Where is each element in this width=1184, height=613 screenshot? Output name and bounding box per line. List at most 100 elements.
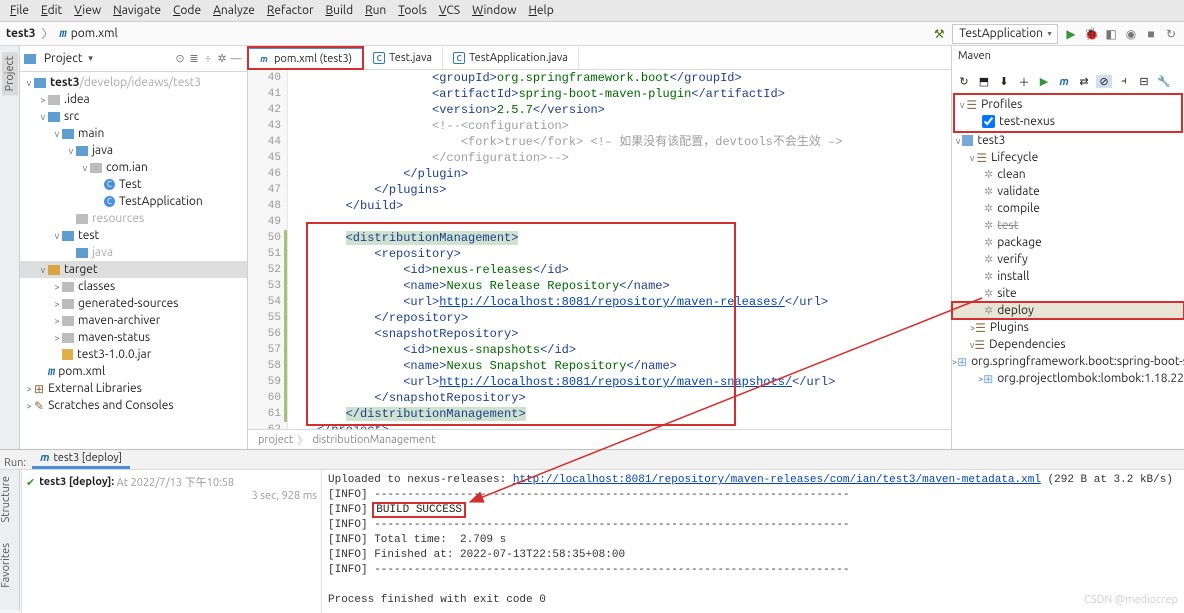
debug-icon[interactable]: 🐞	[1084, 27, 1098, 41]
code-line[interactable]: </plugin>	[288, 166, 947, 182]
hide-icon[interactable]: —	[229, 53, 243, 65]
tree-node[interactable]: resources	[20, 210, 247, 227]
menu-refactor[interactable]: Refactor	[261, 2, 320, 19]
maven-goal-package[interactable]: ✲package	[952, 234, 1184, 251]
menu-file[interactable]: File	[4, 2, 35, 19]
maven-dep[interactable]: > ⊞org.projectlombok:lombok:1.18.22	[952, 370, 1184, 387]
profiles-node[interactable]: v☰Profiles	[956, 96, 1180, 113]
maven-tree[interactable]: v☰Profiles test-nexusvtest3v☰Lifecycle✲c…	[952, 94, 1184, 449]
download-icon[interactable]: ⬇	[996, 75, 1012, 88]
project-tree[interactable]: vtest3 /develop/ideaws/test3>.ideavsrcvm…	[20, 72, 247, 449]
code-line[interactable]: <artifactId>spring-boot-maven-plugin</ar…	[288, 86, 947, 102]
tree-node[interactable]: CTest	[20, 176, 247, 193]
select-open-file-icon[interactable]: ⊙	[173, 52, 187, 65]
profile-icon[interactable]: ◉	[1124, 27, 1138, 41]
menu-code[interactable]: Code	[167, 2, 207, 19]
tree-node[interactable]: vmain	[20, 125, 247, 142]
tree-node[interactable]: mpom.xml	[20, 363, 247, 380]
code-line[interactable]: <fork>true</fork> <!– 如果没有该配置，devtools不会…	[288, 134, 947, 150]
maven-goal-clean[interactable]: ✲clean	[952, 166, 1184, 183]
tree-node[interactable]: >maven-archiver	[20, 312, 247, 329]
settings-icon[interactable]: ✲	[215, 52, 229, 65]
generate-icon[interactable]: ⬒	[976, 75, 992, 88]
menu-edit[interactable]: Edit	[35, 2, 68, 19]
collapse-icon[interactable]: ⊟	[1136, 75, 1152, 88]
menu-help[interactable]: Help	[523, 2, 560, 19]
tree-node[interactable]: >⊞External Libraries	[20, 380, 247, 397]
tree-node[interactable]: java	[20, 244, 247, 261]
editor-tab[interactable]: CTestApplication.java	[443, 47, 579, 69]
code-line[interactable]: <!--<configuration>	[288, 118, 947, 134]
breadcrumb-project[interactable]: test3	[6, 27, 36, 40]
tree-node[interactable]: vsrc	[20, 108, 247, 125]
expand-all-icon[interactable]: ≣	[187, 52, 201, 65]
breadcrumb-file[interactable]: pom.xml	[71, 27, 118, 40]
maven-deps[interactable]: v ☰Dependencies	[952, 336, 1184, 353]
editor-crumb-1[interactable]: distributionManagement	[312, 434, 435, 446]
chevron-down-icon[interactable]: ▼	[87, 54, 95, 63]
run-console[interactable]: Uploaded to nexus-releases: http://local…	[322, 470, 1184, 613]
tree-node[interactable]: vjava	[20, 142, 247, 159]
maven-goal-compile[interactable]: ✲compile	[952, 200, 1184, 217]
toggle-offline-icon[interactable]: ⇄	[1076, 75, 1092, 88]
tree-node[interactable]: >.idea	[20, 91, 247, 108]
code-line[interactable]: <groupId>org.springframework.boot</group…	[288, 70, 947, 86]
maven-goal-install[interactable]: ✲install	[952, 268, 1184, 285]
menu-view[interactable]: View	[68, 2, 107, 19]
tree-node[interactable]: vcom.ian	[20, 159, 247, 176]
maven-plugins[interactable]: > ☰Plugins	[952, 319, 1184, 336]
build-icon[interactable]: ⚒	[932, 27, 946, 41]
stop-icon[interactable]: ■	[1144, 27, 1158, 41]
run-config-dropdown[interactable]: TestApplication	[952, 24, 1058, 44]
tree-node[interactable]: CTestApplication	[20, 193, 247, 210]
code-area[interactable]: 4041424344454647484950515253545556575859…	[248, 70, 951, 429]
tree-root[interactable]: vtest3 /develop/ideaws/test3	[20, 74, 247, 91]
toggle-skip-tests-icon[interactable]: ⊘	[1096, 75, 1112, 88]
maven-settings-icon[interactable]: 🔧	[1156, 75, 1172, 88]
code-body[interactable]: <groupId>org.springframework.boot</group…	[288, 70, 951, 429]
tree-node[interactable]: >✎Scratches and Consoles	[20, 397, 247, 414]
code-line[interactable]: </configuration>-->	[288, 150, 947, 166]
code-line[interactable]: </build>	[288, 198, 947, 214]
tree-node[interactable]: >classes	[20, 278, 247, 295]
profile-checkbox[interactable]: test-nexus	[956, 113, 1180, 130]
editor-crumb-0[interactable]: project	[258, 434, 293, 446]
menu-vcs[interactable]: VCS	[433, 2, 466, 19]
tree-node[interactable]: vtarget	[20, 261, 247, 278]
collapse-all-icon[interactable]: ÷	[201, 53, 215, 65]
maven-goal-verify[interactable]: ✲verify	[952, 251, 1184, 268]
editor-tab[interactable]: mpom.xml (test3)	[248, 47, 363, 69]
show-deps-icon[interactable]: ⫞	[1116, 75, 1132, 88]
execute-goal-icon[interactable]: m	[1056, 76, 1072, 88]
tree-node[interactable]: >generated-sources	[20, 295, 247, 312]
menu-run[interactable]: Run	[359, 2, 392, 19]
menu-build[interactable]: Build	[320, 2, 360, 19]
run-icon[interactable]: ▶	[1064, 27, 1078, 41]
tree-node[interactable]: >maven-status	[20, 329, 247, 346]
structure-toolwindow-tab[interactable]: Structure	[0, 476, 12, 523]
favorites-toolwindow-tab[interactable]: Favorites	[0, 543, 12, 588]
menu-navigate[interactable]: Navigate	[107, 2, 167, 19]
editor-tab[interactable]: CTest.java	[363, 47, 443, 69]
run-maven-icon[interactable]: ▶	[1036, 75, 1052, 88]
maven-lifecycle[interactable]: v☰Lifecycle	[952, 149, 1184, 166]
maven-goal-site[interactable]: ✲site	[952, 285, 1184, 302]
maven-goal-validate[interactable]: ✲validate	[952, 183, 1184, 200]
project-panel-title[interactable]: Project	[44, 52, 83, 65]
add-icon[interactable]: ＋	[1016, 74, 1032, 90]
maven-dep[interactable]: > ⊞org.springframework.boot:spring-boot-…	[952, 353, 1184, 370]
code-line[interactable]: </plugins>	[288, 182, 947, 198]
coverage-icon[interactable]: ◧	[1104, 27, 1118, 41]
menu-analyze[interactable]: Analyze	[207, 2, 261, 19]
tree-node[interactable]: vtest	[20, 227, 247, 244]
reimport-icon[interactable]: ↻	[956, 75, 972, 88]
menu-window[interactable]: Window	[466, 2, 522, 19]
code-line[interactable]: <version>2.5.7</version>	[288, 102, 947, 118]
tree-node[interactable]: test3-1.0.0.jar	[20, 346, 247, 363]
menu-tools[interactable]: Tools	[392, 2, 433, 19]
project-toolwindow-tab[interactable]: Project	[2, 52, 18, 95]
maven-goal-test[interactable]: ✲test	[952, 217, 1184, 234]
update-icon[interactable]: ↻	[1164, 27, 1178, 41]
run-tab[interactable]: mtest3 [deploy]	[32, 450, 130, 469]
maven-root[interactable]: vtest3	[952, 132, 1184, 149]
